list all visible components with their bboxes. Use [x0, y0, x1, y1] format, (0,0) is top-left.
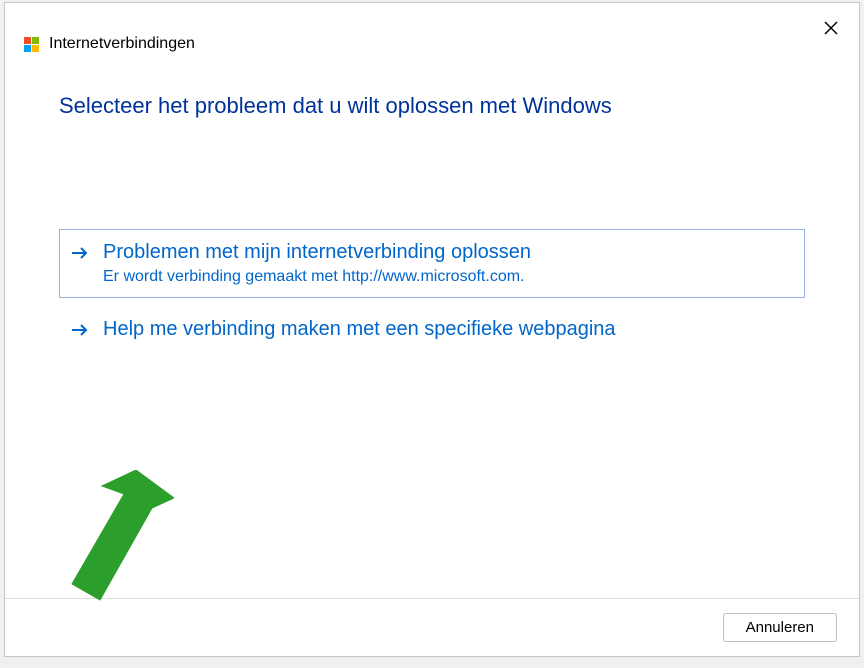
troubleshooter-icon: [23, 36, 39, 52]
option-description: Er wordt verbinding gemaakt met http://w…: [103, 268, 531, 286]
content-area: Selecteer het probleem dat u wilt oploss…: [5, 53, 859, 598]
cancel-button[interactable]: Annuleren: [723, 613, 837, 642]
arrow-right-icon: [71, 321, 89, 339]
option-text-group: Help me verbinding maken met een specifi…: [103, 318, 616, 341]
titlebar-left: Internetverbindingen: [19, 11, 195, 53]
dialog-footer: Annuleren: [5, 598, 859, 656]
option-title: Problemen met mijn internetverbinding op…: [103, 241, 531, 264]
option-specific-webpage[interactable]: Help me verbinding maken met een specifi…: [59, 306, 805, 353]
close-icon: [823, 20, 839, 36]
close-button[interactable]: [817, 14, 845, 42]
troubleshooter-dialog: Internetverbindingen Selecteer het probl…: [4, 2, 860, 657]
titlebar: Internetverbindingen: [5, 3, 859, 53]
page-heading: Selecteer het probleem dat u wilt oploss…: [59, 93, 805, 119]
arrow-right-icon: [71, 244, 89, 262]
option-text-group: Problemen met mijn internetverbinding op…: [103, 241, 531, 286]
option-troubleshoot-connection[interactable]: Problemen met mijn internetverbinding op…: [59, 229, 805, 298]
option-title: Help me verbinding maken met een specifi…: [103, 318, 616, 341]
window-title: Internetverbindingen: [49, 35, 195, 53]
